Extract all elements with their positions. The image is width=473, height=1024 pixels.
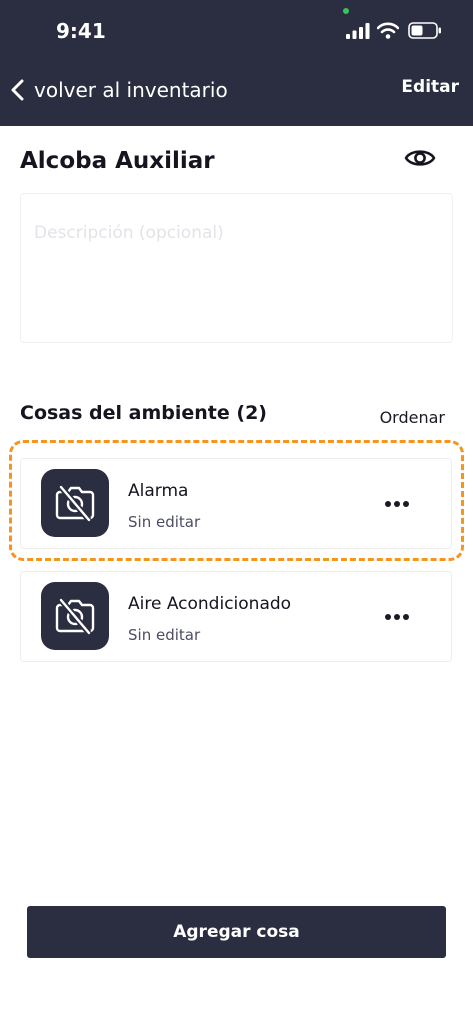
list-item[interactable]: Alarma Sin editar xyxy=(20,458,452,549)
thumbnail xyxy=(41,582,109,650)
status-time: 9:41 xyxy=(56,19,106,43)
back-button[interactable]: volver al inventario xyxy=(10,74,228,106)
camera-off-icon xyxy=(55,485,95,522)
more-options-icon[interactable] xyxy=(381,602,413,632)
edit-button[interactable]: Editar xyxy=(401,77,459,97)
list-item[interactable]: Aire Acondicionado Sin editar xyxy=(20,571,452,662)
camera-indicator-dot xyxy=(343,8,349,14)
order-button[interactable]: Ordenar xyxy=(380,408,445,427)
item-status: Sin editar xyxy=(128,513,201,531)
item-name: Alarma xyxy=(128,481,189,501)
thumbnail xyxy=(41,469,109,537)
item-status: Sin editar xyxy=(128,626,201,644)
more-options-icon[interactable] xyxy=(381,489,413,519)
section-title: Cosas del ambiente (2) xyxy=(20,402,267,424)
battery-icon xyxy=(408,22,441,39)
page-title: Alcoba Auxiliar xyxy=(20,148,215,174)
description-field[interactable] xyxy=(20,193,453,343)
eye-icon[interactable] xyxy=(404,145,436,171)
add-thing-button[interactable]: Agregar cosa xyxy=(27,906,446,958)
back-label: volver al inventario xyxy=(34,78,228,102)
camera-off-icon xyxy=(55,598,95,635)
chevron-left-icon xyxy=(11,79,24,101)
top-header: 9:41 volver al inventario Editar xyxy=(0,0,473,126)
signal-icon xyxy=(346,23,370,39)
wifi-icon xyxy=(377,22,399,39)
item-name: Aire Acondicionado xyxy=(128,594,292,614)
